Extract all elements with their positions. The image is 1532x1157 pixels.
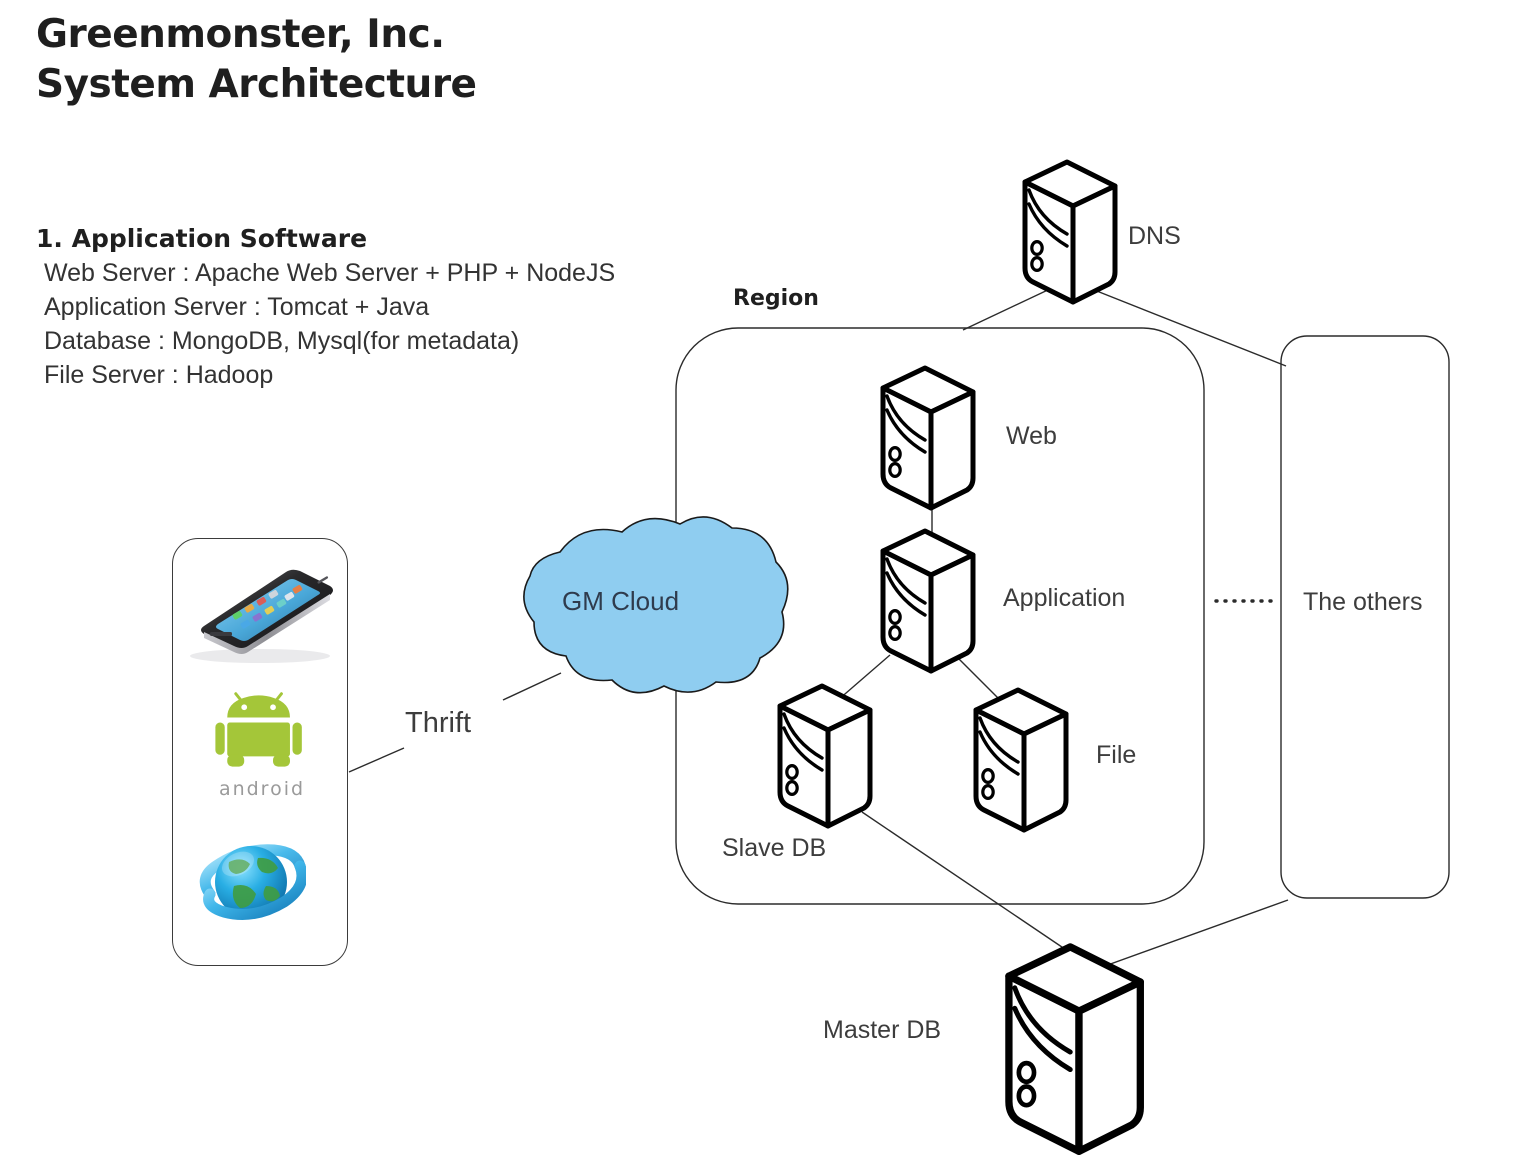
thrift-edge-label: Thrift [405, 707, 472, 739]
server-icon-web[interactable] [883, 368, 973, 508]
android-wordmark: android [218, 778, 306, 800]
dns-label: DNS [1128, 222, 1181, 250]
diagram-canvas: Greenmonster, Inc. System Architecture 1… [0, 0, 1532, 1157]
web-label: Web [1006, 422, 1057, 450]
region-label: Region [733, 286, 819, 311]
server-icon-dns[interactable] [1025, 162, 1115, 302]
server-icon-slave-db[interactable] [780, 686, 870, 826]
server-icon-application[interactable] [883, 531, 973, 671]
server-icon-file[interactable] [976, 690, 1066, 830]
globe-internet-icon [196, 824, 308, 932]
server-icon-master-db[interactable] [1009, 947, 1140, 1151]
file-label: File [1096, 741, 1137, 769]
iphone-icon [174, 552, 346, 668]
the-others-box [1280, 335, 1450, 899]
edge-thrift-to-cloud [502, 672, 562, 701]
gm-cloud-label: GM Cloud [562, 586, 680, 616]
slave-db-label: Slave DB [722, 834, 827, 862]
master-db-label: Master DB [823, 1016, 942, 1044]
android-icon: android [212, 690, 312, 800]
edge-client-to-thrift [348, 747, 405, 773]
the-others-label: The others [1303, 588, 1423, 616]
application-label: Application [1003, 584, 1126, 612]
